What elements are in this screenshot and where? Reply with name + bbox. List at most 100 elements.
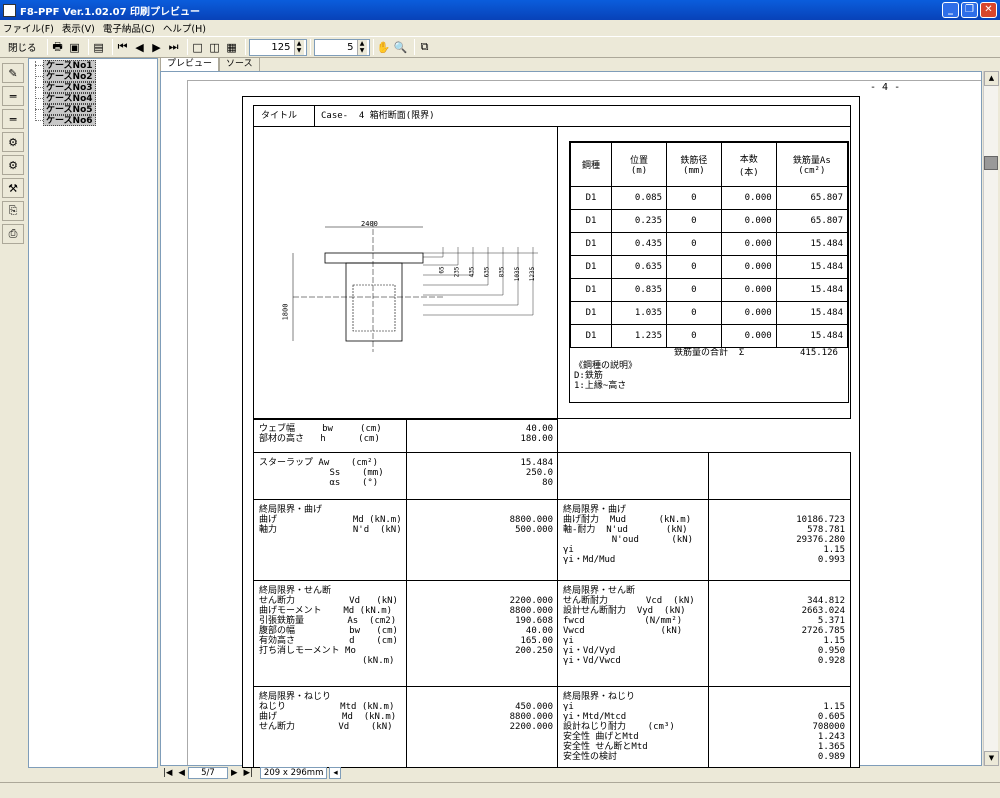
scroll-thumb[interactable]: [984, 156, 998, 170]
tree-item[interactable]: ケースNo4: [43, 93, 96, 104]
doc2-icon[interactable]: ⎙: [2, 224, 24, 244]
pen-icon[interactable]: ✎: [2, 63, 24, 83]
torsion-r-value: 1.15 0.605 708000 1.243 1.365 0.989: [812, 702, 845, 762]
cell: D1: [569, 209, 613, 233]
menu-help[interactable]: ヘルプ(H): [163, 21, 206, 35]
web: [345, 262, 403, 342]
dim-label: 635: [483, 266, 491, 278]
table-row: D1 0.235 0 0.000 65.807: [569, 209, 849, 233]
shear-r-label: 終局限界・せん断 せん断耐力 Vcd (kN) 設計せん断耐力 Vyd (kN)…: [563, 586, 695, 666]
tree-item[interactable]: ケースNo3: [43, 82, 96, 93]
menubar: ファイル(F) 表示(V) 電子納品(C) ヘルプ(H): [0, 20, 1000, 36]
setup-icon[interactable]: ▤: [92, 38, 106, 56]
page-indicator[interactable]: 5/7: [187, 767, 228, 779]
menu-file[interactable]: ファイル(F): [3, 21, 54, 35]
cell: 1.235: [611, 324, 667, 348]
bottom-navigation: |◀ ◀ 5/7 ▶ ▶| 209 x 296mm ◂: [160, 766, 1000, 780]
table-row: D1 0.835 0 0.000 15.484: [569, 278, 849, 302]
spinner-arrows[interactable]: ▲ ▼: [293, 39, 304, 55]
menu-view[interactable]: 表示(V): [62, 21, 95, 35]
two-page-icon[interactable]: ◫: [208, 38, 222, 56]
menu-edelivery[interactable]: 電子納品(C): [103, 21, 155, 35]
cell: 0.000: [720, 209, 777, 233]
maximize-button[interactable]: ❐: [961, 2, 978, 18]
first-page-icon[interactable]: |◀: [163, 768, 172, 778]
one-page-icon[interactable]: □: [191, 38, 205, 56]
tree-item[interactable]: ケースNo2: [43, 71, 96, 82]
last-page-icon[interactable]: ⏭: [167, 38, 181, 56]
stirrup-label: スターラップ Aw (cm²) Ss (mm) αs (°): [259, 458, 384, 488]
print-icon[interactable]: 🖶: [51, 38, 65, 56]
page-value: 5: [347, 41, 354, 53]
scroll-left-icon[interactable]: ◂: [329, 767, 342, 779]
rebar-header: 本数 (本): [720, 142, 777, 187]
close-window-button[interactable]: ✕: [980, 2, 997, 18]
empty-cell: [708, 452, 851, 500]
web-label: ウェブ幅 bw (cm) 部材の高さ h (cm): [259, 424, 382, 444]
prev-page-icon[interactable]: ◀: [178, 768, 185, 778]
stirrup-value: 15.484 250.0 80: [520, 458, 553, 488]
minimize-button[interactable]: _: [942, 2, 959, 18]
cell: 15.484: [775, 278, 849, 302]
view-tabs: プレビュー ソース: [160, 57, 260, 71]
separator: [46, 39, 48, 55]
dim-label: 1035: [514, 266, 522, 282]
zoom-spinner[interactable]: 125 ▲ ▼: [248, 38, 307, 56]
table-row: D1 0.635 0 0.000 15.484: [569, 255, 849, 279]
first-page-icon[interactable]: ⏮: [116, 38, 130, 56]
tool3-icon[interactable]: ⚙: [2, 132, 24, 152]
next-page-icon[interactable]: ▶: [231, 768, 238, 778]
cell: D1: [569, 301, 613, 325]
scroll-down-icon[interactable]: ▼: [984, 751, 999, 766]
scroll-up-icon[interactable]: ▲: [984, 71, 999, 86]
cell: 0: [666, 232, 722, 256]
separator: [372, 39, 374, 55]
line-icon[interactable]: ═: [2, 86, 24, 106]
tool4-icon[interactable]: ⚙: [2, 155, 24, 175]
bending-value: 8800.000 500.000: [509, 515, 553, 535]
doc-icon[interactable]: ⎘: [2, 201, 24, 221]
cell: 1.035: [611, 301, 667, 325]
cell: 15.484: [775, 301, 849, 325]
tree-item[interactable]: ケースNo6: [43, 115, 96, 126]
last-page-icon[interactable]: ▶|: [244, 768, 253, 778]
rebar-total-value: 415.126: [800, 348, 838, 358]
tree-item[interactable]: ケースNo5: [43, 104, 96, 115]
empty-cell: [557, 452, 709, 500]
export-icon[interactable]: ⧉: [418, 38, 432, 56]
shear-value: 2200.000 8800.000 190.608 40.00 165.00 2…: [509, 596, 553, 656]
magnifier-icon[interactable]: 🔍: [394, 38, 408, 56]
app-icon: [3, 3, 16, 17]
torsion-r-label: 終局限界・ねじり γi γi・Mtd/Mtcd 設計ねじり耐力 (cm³) 安全…: [563, 692, 675, 762]
line2-icon[interactable]: ═: [2, 109, 24, 129]
cell: 65.807: [775, 209, 849, 233]
separator: [309, 39, 311, 55]
flange: [324, 252, 424, 264]
next-page-icon[interactable]: ▶: [150, 38, 164, 56]
cell: 0: [666, 301, 722, 325]
status-bar: [0, 782, 1000, 798]
multi-page-icon[interactable]: ▦: [225, 38, 239, 56]
tab-source[interactable]: ソース: [219, 57, 260, 71]
cell: 0.435: [611, 232, 667, 256]
paper-size: 209 x 296mm: [259, 767, 328, 779]
cell: 0: [666, 278, 722, 302]
cell: D1: [569, 255, 613, 279]
tree-item[interactable]: ケースNo1: [43, 60, 96, 71]
spinner-arrows[interactable]: ▲ ▼: [356, 39, 367, 55]
close-button[interactable]: 閉じる: [4, 38, 41, 56]
page-spinner[interactable]: 5 ▲ ▼: [313, 38, 370, 56]
hand-icon[interactable]: ✋: [377, 38, 391, 56]
cell: 0.000: [720, 255, 777, 279]
prev-page-icon[interactable]: ◀: [133, 38, 147, 56]
calc-icon[interactable]: ⚒: [2, 178, 24, 198]
web-value: 40.00 180.00: [520, 424, 553, 444]
torsion-label: 終局限界・ねじり ねじり Mtd (kN.m) 曲げ Md (kN.m) せん断…: [259, 692, 397, 732]
window-title: F8-PPF Ver.1.02.07 印刷プレビュー: [20, 6, 201, 18]
table-row: D1 0.435 0 0.000 15.484: [569, 232, 849, 256]
tab-preview[interactable]: プレビュー: [160, 57, 220, 71]
vertical-scrollbar[interactable]: ▲ ▼: [983, 71, 999, 766]
save-icon[interactable]: ▣: [68, 38, 82, 56]
bending-label: 終局限界・曲げ 曲げ Md (kN.m) 軸力 N'd (kN): [259, 505, 402, 535]
separator: [244, 39, 246, 55]
